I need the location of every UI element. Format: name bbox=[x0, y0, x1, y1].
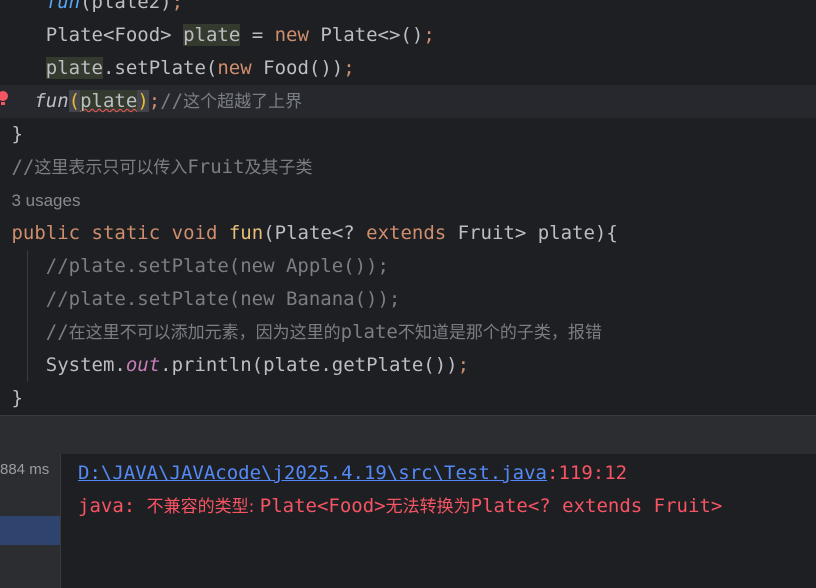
code-token: Plate<>() bbox=[308, 24, 424, 46]
code-token: //plate.setPlate(new Apple()); bbox=[45, 255, 389, 277]
code-token: plate bbox=[45, 57, 103, 79]
code-line-11[interactable]: } bbox=[0, 382, 816, 415]
code-token: ; bbox=[457, 354, 470, 376]
code-token: public bbox=[11, 222, 81, 244]
code-token: ) bbox=[137, 90, 149, 112]
code-line-6[interactable]: public static void fun(Plate<? extends F… bbox=[0, 217, 816, 250]
code-token: new bbox=[217, 57, 252, 79]
error-token: plate bbox=[80, 90, 138, 112]
code-token: // bbox=[11, 156, 35, 178]
code-token: ; bbox=[171, 0, 184, 13]
code-token: void bbox=[171, 222, 218, 244]
code-token: static bbox=[91, 222, 161, 244]
error-text: 无法转换为 bbox=[385, 497, 471, 517]
error-message-line: java: 不兼容的类型: Plate<Food>无法转换为Plate<? ex… bbox=[78, 490, 722, 524]
error-text: 不兼容的类型: bbox=[146, 497, 260, 517]
code-token: Plate<Food> bbox=[45, 24, 172, 46]
code-token: plate bbox=[340, 321, 398, 343]
usages-hint[interactable]: 3 usages bbox=[0, 184, 816, 217]
code-token: .println(plate.getPlate()) bbox=[160, 354, 458, 376]
code-token: Fruit bbox=[187, 156, 245, 178]
code-line-8[interactable]: //plate.setPlate(new Banana()); bbox=[0, 283, 816, 316]
code-line-0[interactable]: fun(plate2); bbox=[0, 0, 816, 19]
code-token: extends bbox=[366, 222, 447, 244]
code-token: fun bbox=[228, 222, 264, 244]
code-token: out bbox=[125, 354, 161, 376]
code-token: fun bbox=[34, 90, 69, 112]
code-token: .setPlate( bbox=[102, 57, 218, 79]
code-token: ; bbox=[343, 57, 355, 79]
build-tree-selected-row[interactable] bbox=[0, 516, 60, 545]
code-token: // bbox=[160, 90, 184, 112]
code-token: 不知道是那个的子类，报错 bbox=[397, 323, 602, 343]
error-type: Plate<Food> bbox=[259, 495, 386, 517]
code-line-9[interactable]: //在这里不可以添加元素，因为这里的plate不知道是那个的子类，报错 bbox=[0, 316, 816, 349]
error-position: :119:12 bbox=[547, 462, 628, 484]
code-token: new bbox=[274, 24, 309, 46]
error-location-line[interactable]: D:\JAVA\JAVAcode\j2025.4.19\src\Test.jav… bbox=[78, 457, 627, 490]
code-token: ( bbox=[68, 90, 81, 112]
code-token: System. bbox=[45, 354, 126, 376]
code-token: } bbox=[11, 387, 23, 409]
code-token: 在这里不可以添加元素，因为这里的 bbox=[68, 323, 341, 343]
error-type: Plate<? extends Fruit> bbox=[470, 495, 723, 517]
error-file-link[interactable]: D:\JAVA\JAVAcode\j2025.4.19\src\Test.jav… bbox=[78, 462, 547, 484]
usages-link[interactable]: 3 usages bbox=[11, 191, 80, 210]
code-token: (Plate<? bbox=[263, 222, 367, 244]
code-line-2[interactable]: plate.setPlate(new Food()); bbox=[0, 52, 816, 85]
code-token: 及其子类 bbox=[244, 158, 313, 178]
code-token: 这里表示只可以传入 bbox=[34, 158, 188, 178]
code-line-3-current[interactable]: fun(plate);//这个超越了上界 bbox=[0, 85, 816, 118]
code-token: plate bbox=[183, 24, 241, 46]
code-token: Fruit> plate){ bbox=[446, 222, 618, 244]
code-token: } bbox=[11, 123, 23, 145]
code-token: ; bbox=[148, 90, 161, 112]
error-bulb-icon[interactable] bbox=[0, 88, 10, 110]
code-token: (plate2) bbox=[80, 0, 172, 13]
code-token: // bbox=[45, 321, 69, 343]
error-prefix: java: bbox=[78, 495, 147, 517]
build-output-console[interactable]: D:\JAVA\JAVAcode\j2025.4.19\src\Test.jav… bbox=[61, 454, 816, 588]
code-line-1[interactable]: Plate<Food> plate = new Plate<>(); bbox=[0, 19, 816, 52]
code-token: //plate.setPlate(new Banana()); bbox=[45, 288, 401, 310]
run-panel-header bbox=[0, 416, 816, 454]
code-editor[interactable]: fun(plate2); Plate<Food> plate = new Pla… bbox=[0, 0, 816, 415]
code-token: fun bbox=[45, 0, 81, 13]
code-line-10[interactable]: System.out.println(plate.getPlate()); bbox=[0, 349, 816, 382]
build-duration: 884 ms bbox=[0, 461, 50, 478]
code-token: 这个超越了上界 bbox=[183, 92, 303, 112]
code-token: ; bbox=[423, 24, 435, 46]
code-line-7[interactable]: //plate.setPlate(new Apple()); bbox=[0, 250, 816, 283]
code-line-5[interactable]: //这里表示只可以传入Fruit及其子类 bbox=[0, 151, 816, 184]
code-token: Food()) bbox=[251, 57, 344, 79]
code-line-4[interactable]: } bbox=[0, 118, 816, 151]
code-token: = bbox=[240, 24, 275, 46]
